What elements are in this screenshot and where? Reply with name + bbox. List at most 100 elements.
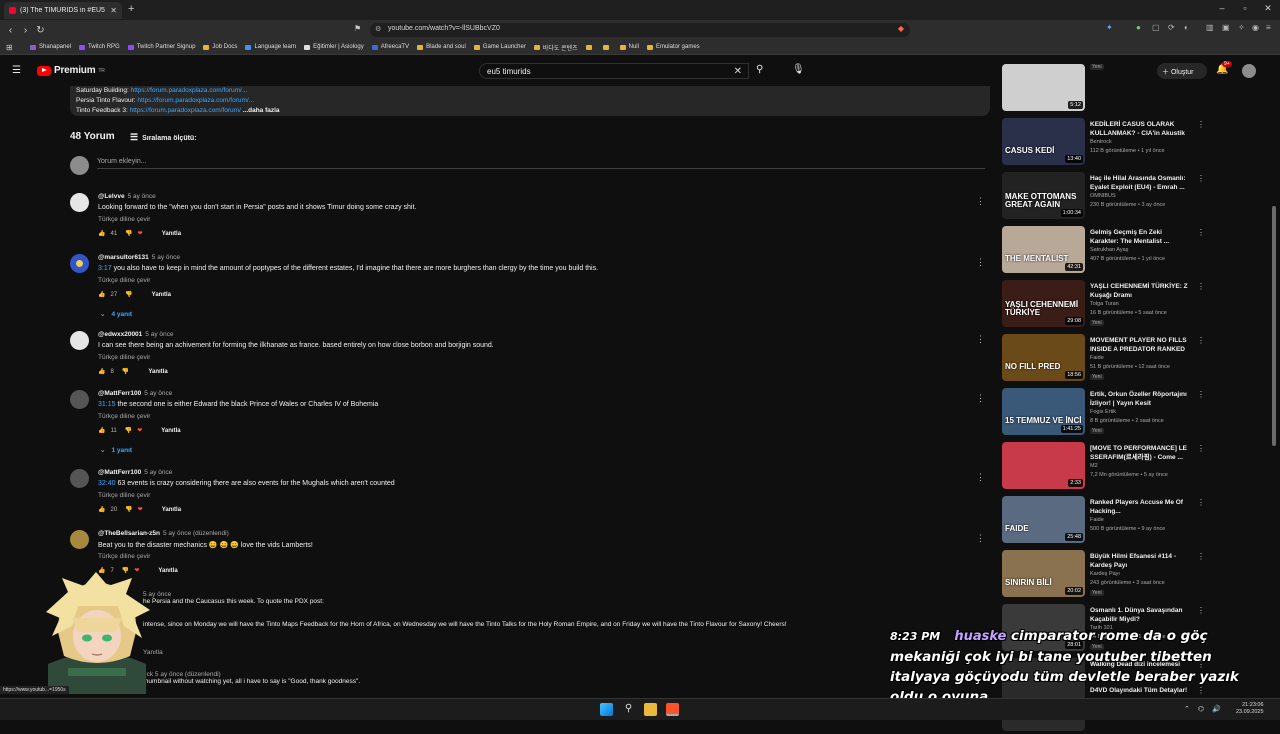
forward-arrow-icon[interactable]: › (18, 25, 33, 36)
comment-age[interactable]: 5 ay önce (düzenlendi) (163, 530, 229, 537)
video-menu-icon[interactable]: ⋮ (1197, 120, 1205, 129)
minimize-button[interactable]: – (1210, 3, 1234, 13)
youtube-logo[interactable]: Premium TR (37, 65, 105, 76)
apps-grid-icon[interactable]: ⊞ (6, 43, 13, 52)
dislike-icon[interactable]: 👎 (125, 230, 132, 237)
commenter-avatar[interactable] (70, 469, 89, 488)
dislike-icon[interactable]: 👎 (125, 427, 132, 434)
channel-name[interactable]: OMNIBUS (1090, 193, 1116, 199)
commenter-avatar[interactable] (70, 530, 89, 549)
video-thumbnail[interactable]: MAKE OTTOMANS GREAT AGAIN 1:00:34 (1002, 172, 1085, 219)
description-link[interactable]: https://forum.paradoxplaza.com/forum/... (131, 87, 248, 94)
bookmark-item[interactable] (602, 44, 612, 50)
comment-menu-icon[interactable]: ⋮ (976, 393, 985, 404)
commenter-avatar[interactable] (70, 390, 89, 409)
dislike-icon[interactable]: 👎 (125, 291, 132, 298)
comment-age[interactable]: 5 ay önce (144, 390, 172, 397)
description-link[interactable]: https://forum.paradoxplaza.com/forum/... (137, 97, 254, 104)
scrollbar-thumb[interactable] (1272, 206, 1276, 446)
extension-icon-3[interactable]: ▢ (1152, 23, 1160, 32)
sidebar-toggle-icon[interactable]: ▥ (1206, 23, 1214, 32)
bookmark-item[interactable]: Emulator games (646, 44, 700, 50)
maximize-button[interactable]: ▫ (1233, 3, 1257, 13)
video-menu-icon[interactable]: ⋮ (1197, 174, 1205, 183)
site-info-icon[interactable]: ⚙ (375, 25, 381, 33)
bookmark-item[interactable]: Shanapanel (30, 44, 71, 50)
commenter-avatar[interactable] (70, 254, 89, 273)
video-menu-icon[interactable]: ⋮ (1197, 606, 1205, 615)
timestamp-link[interactable]: 3:17 (98, 265, 112, 272)
video-thumbnail[interactable]: YAŞLI CEHENNEMİ TÜRKİYE 29:08 (1002, 280, 1085, 327)
video-menu-icon[interactable]: ⋮ (1197, 444, 1205, 453)
bookmark-item[interactable]: Game Launcher (473, 44, 526, 50)
video-thumbnail[interactable]: FAIDE 25:48 (1002, 496, 1085, 543)
brave-shield-icon[interactable]: ◆ (898, 24, 904, 33)
extension-icon-4[interactable]: ⟳ (1168, 23, 1175, 32)
comment-age[interactable]: 5 ay önce (144, 469, 172, 476)
view-replies-button[interactable]: ⌄ 1 yanıt (100, 446, 132, 454)
comment-author[interactable]: @Lelvve (98, 193, 125, 200)
leo-icon[interactable]: ✧ (1238, 23, 1245, 32)
video-title[interactable]: Osmanlı 1. Dünya Savaşından Kaçabilir Mi… (1090, 606, 1192, 624)
bookmark-item[interactable]: Job Docs (203, 44, 237, 50)
timestamp-link[interactable]: 32:40 (98, 480, 116, 487)
translate-button[interactable]: Türkçe diline çevir (98, 492, 150, 499)
reload-icon[interactable]: ↻ (33, 25, 48, 36)
channel-name[interactable]: Satrukhan Ayaş (1090, 247, 1128, 253)
video-thumbnail[interactable]: 2:33 (1002, 442, 1085, 489)
channel-name[interactable]: Faide (1090, 517, 1104, 523)
comment-menu-icon[interactable]: ⋮ (976, 472, 985, 483)
extension-icon-2[interactable]: ● (1136, 23, 1141, 32)
recommended-video[interactable]: FAIDE 25:48 Ranked Players Accuse Me Of Ha… (1002, 496, 1205, 546)
comment-author[interactable]: @MattFerr100 (98, 390, 141, 397)
reply-button[interactable]: Yanıtla (158, 568, 177, 574)
bookmark-item[interactable] (585, 44, 595, 50)
video-menu-icon[interactable]: ⋮ (1197, 282, 1205, 291)
taskbar-search-icon[interactable]: ⚲ (622, 703, 635, 716)
browser-menu-icon[interactable]: ≡ (1266, 23, 1271, 32)
bookmark-item[interactable]: Language learn (245, 44, 296, 50)
address-bar[interactable]: ⚙ youtube.com/watch?v=-llSUBbcVZ0 ◆ (370, 23, 910, 37)
reply-button[interactable]: Yanıtla (152, 292, 171, 298)
video-thumbnail[interactable]: NO FILL PRED 18:56 (1002, 334, 1085, 381)
wallet-icon[interactable]: ▣ (1222, 23, 1230, 32)
volume-icon[interactable]: 🔊 (1212, 705, 1221, 713)
taskbar-clock[interactable]: 21:23:06 23.09.2025 (1236, 702, 1264, 716)
comment-age[interactable]: 5 ay önce (145, 331, 173, 338)
channel-name[interactable]: Bentrock (1090, 139, 1112, 145)
translate-button[interactable]: Türkçe diline çevir (98, 413, 150, 420)
video-menu-icon[interactable]: ⋮ (1197, 552, 1205, 561)
comment-author[interactable]: @marsultor6131 (98, 254, 149, 261)
video-title[interactable]: Gelmiş Geçmiş En Zeki Karakter: The Ment… (1090, 228, 1192, 246)
sort-comments-button[interactable]: ☰ Sıralama ölçütü: (130, 132, 197, 143)
channel-name[interactable]: Tolga Turan (1090, 301, 1119, 307)
channel-name[interactable]: Faide (1090, 355, 1104, 361)
like-icon[interactable]: 👍 (98, 291, 105, 298)
brave-browser-icon[interactable] (666, 703, 679, 716)
comment-author[interactable]: @MattFerr100 (98, 469, 141, 476)
video-menu-icon[interactable]: ⋮ (1197, 228, 1205, 237)
profile-icon[interactable]: ◉ (1252, 23, 1259, 32)
page-scrollbar[interactable] (1272, 86, 1277, 686)
timestamp-link[interactable]: 31:15 (98, 401, 116, 408)
video-thumbnail[interactable]: 5:12 (1002, 64, 1085, 111)
show-more-button[interactable]: ...daha fazla (243, 107, 280, 114)
browser-tab-active[interactable]: (3) The TIMURIDS in #EU5 ha ✕ (4, 2, 122, 19)
bookmark-item[interactable]: AfreecaTV (371, 44, 409, 50)
comment-menu-icon[interactable]: ⋮ (976, 334, 985, 345)
description-link[interactable]: https://forum.paradoxplaza.com/forum/ (130, 107, 241, 114)
video-title[interactable]: [MOVE TO PERFORMANCE] LE SSERAFIM(르세라핌) … (1090, 444, 1192, 462)
bookmark-item[interactable]: Eğitimler | Asiology (304, 44, 364, 50)
bookmark-item[interactable]: Twitch Partner Signup (127, 44, 195, 50)
video-title[interactable]: Ertik, Orkun Özeller Röportajını İzliyor… (1090, 390, 1192, 408)
dislike-icon[interactable]: 👎 (122, 368, 129, 375)
recommended-video[interactable]: CASUS KEDİ 13:40 KEDİLERİ CASUS OLARAK KUL… (1002, 118, 1205, 168)
channel-name[interactable]: M2 (1090, 463, 1098, 469)
video-menu-icon[interactable]: ⋮ (1197, 390, 1205, 399)
extension-icon-1[interactable]: ✦ (1106, 23, 1113, 32)
view-replies-button[interactable]: ⌄ 4 yanıt (100, 310, 132, 318)
reply-button[interactable]: Yanıtla (148, 369, 167, 375)
comment-menu-icon[interactable]: ⋮ (976, 257, 985, 268)
like-icon[interactable]: 👍 (98, 230, 105, 237)
close-window-button[interactable]: ✕ (1256, 3, 1280, 14)
